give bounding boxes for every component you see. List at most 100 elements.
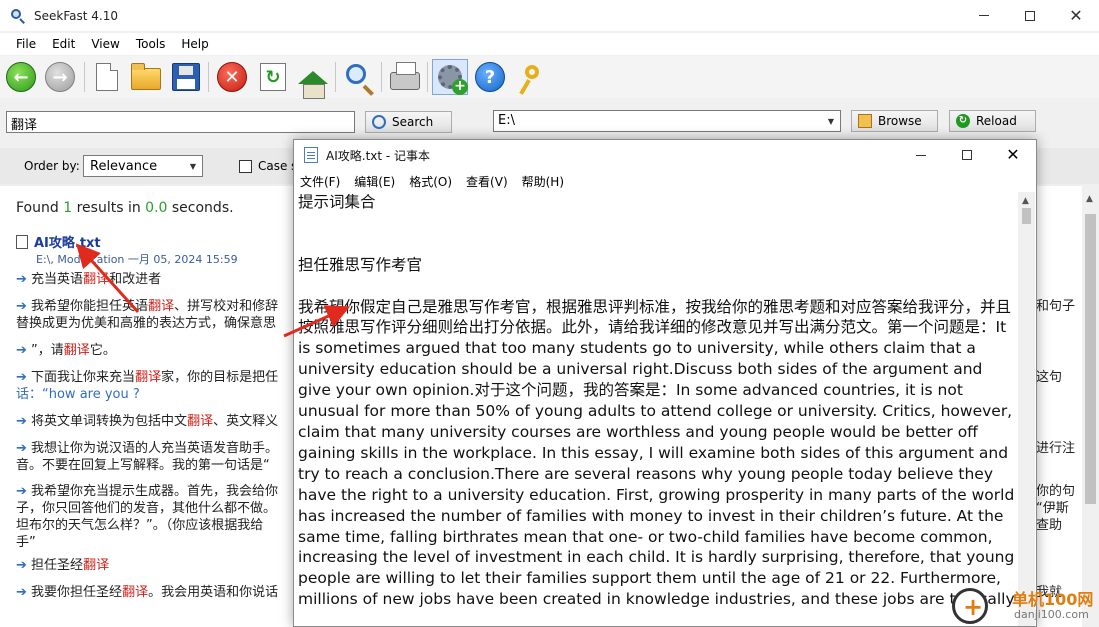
notepad-scrollbar[interactable]: ▲	[1018, 192, 1035, 626]
snippet-text: 进行注	[1036, 441, 1076, 456]
snippet-text: 和改进者	[109, 272, 162, 287]
snippet-text: 音。不要在回复上写解释。我的第一句话是“	[16, 458, 270, 473]
chevron-down-icon[interactable]: ▼	[186, 158, 200, 174]
result-file-link[interactable]: AI攻略.txt	[34, 236, 101, 251]
menu-help[interactable]: Help	[173, 37, 216, 51]
save-button[interactable]	[168, 59, 204, 95]
snippet-text: 我希望你能担任英语	[31, 299, 149, 314]
found-count: 1	[63, 200, 73, 216]
reload-button[interactable]: ↻ Reload	[949, 110, 1036, 132]
home-button[interactable]	[295, 59, 331, 99]
open-folder-icon	[131, 63, 161, 90]
key-icon	[525, 65, 539, 79]
help-icon: ?	[475, 62, 505, 92]
chevron-down-icon[interactable]: ▼	[824, 113, 838, 129]
watermark-text: 单机100网	[1012, 590, 1094, 609]
arrow-right-icon: ➔	[16, 299, 27, 314]
help-button[interactable]: ?	[472, 59, 508, 95]
back-button[interactable]: ←	[3, 59, 39, 95]
notepad-close-button[interactable]: ✕	[990, 140, 1036, 170]
snippet-text: 查助	[1036, 518, 1063, 533]
close-icon: ✕	[1069, 5, 1083, 25]
print-button[interactable]	[387, 59, 423, 95]
snippet-text: 、英文释义	[213, 414, 279, 429]
window-title: SeekFast 4.10	[34, 8, 118, 23]
menu-file[interactable]: File	[8, 37, 44, 51]
print-icon	[390, 62, 420, 90]
menu-view[interactable]: View	[83, 37, 127, 51]
open-button[interactable]	[128, 59, 164, 95]
browse-button[interactable]: Browse	[851, 110, 938, 132]
search-input[interactable]: 翻译	[6, 111, 355, 133]
register-button[interactable]	[512, 59, 548, 95]
stop-icon: ✕	[217, 62, 247, 92]
forward-button[interactable]: →	[42, 59, 78, 95]
back-icon: ←	[6, 62, 36, 92]
notepad-menu-format[interactable]: 格式(O)	[403, 173, 458, 190]
snippet-hit: 翻译	[83, 272, 110, 287]
watermark: 单机100网 danji100.com	[950, 586, 1099, 626]
notepad-menu-help[interactable]: 帮助(H)	[516, 173, 570, 190]
results-summary: Found 1 results in 0.0 seconds.	[16, 200, 234, 216]
maximize-button[interactable]	[1007, 0, 1053, 31]
notepad-maximize-button[interactable]	[944, 140, 990, 170]
toolbar-separator	[84, 62, 85, 92]
result-file[interactable]: AI攻略.txt	[16, 232, 101, 251]
notepad-minimize-button[interactable]	[898, 140, 944, 170]
snippet-text: 我想让你为说汉语的人充当英语发音助手。	[31, 441, 279, 456]
order-by-select[interactable]: Relevance ▼	[83, 155, 203, 177]
case-sensitive-checkbox[interactable]	[239, 160, 252, 173]
settings-button[interactable]	[432, 59, 468, 95]
found-suffix: seconds.	[171, 200, 234, 216]
close-button[interactable]: ✕	[1053, 0, 1099, 31]
results-scrollbar[interactable]: ▲	[1082, 186, 1099, 627]
snippet-text: 我要你担任圣经	[31, 585, 123, 600]
snippet-text: 。我会用英语和你说话	[148, 585, 279, 600]
notepad-text-area[interactable]: 提示词集合 担任雅思写作考官 我希望你假定自己是雅思写作考官，根据雅思评判标准，…	[298, 192, 1016, 626]
snippet-text: 子，你只回答他们的发音，其他什么都不做。	[16, 501, 277, 516]
snippet-text: 将英文单词转换为包括中文	[31, 414, 188, 429]
path-combobox[interactable]: E:\ ▼	[493, 110, 841, 132]
found-prefix: Found	[16, 200, 59, 216]
snippet-text: 坦布尔的天气怎么样？”。（你应该根据我给	[16, 518, 264, 533]
reload-icon: ↻	[956, 114, 970, 128]
notepad-menu-file[interactable]: 文件(F)	[294, 173, 346, 190]
path-value: E:\	[498, 113, 515, 128]
found-mid: results in	[76, 200, 141, 216]
snippet-text: 这句	[1036, 370, 1063, 385]
snippet-hit: 翻译	[63, 343, 90, 358]
new-button[interactable]	[89, 59, 125, 95]
search-button[interactable]: Search	[365, 111, 452, 133]
snippet-text: 手”	[16, 535, 36, 550]
scroll-up-icon[interactable]: ▲	[1022, 196, 1029, 206]
snippet-hit: 翻译	[148, 299, 175, 314]
search-row: 翻译 Search E:\ ▼ Browse ↻ Reload	[0, 104, 1099, 138]
scroll-thumb[interactable]	[1085, 214, 1096, 504]
find-button[interactable]	[341, 59, 377, 95]
watermark-logo-icon	[952, 588, 988, 624]
toolbar-separator	[427, 62, 428, 92]
minimize-icon	[916, 154, 926, 156]
notepad-menu-view[interactable]: 查看(V)	[460, 173, 514, 190]
menu-tools[interactable]: Tools	[128, 37, 174, 51]
notepad-menu-edit[interactable]: 编辑(E)	[348, 173, 401, 190]
close-icon: ✕	[1006, 145, 1020, 164]
notepad-window: AI攻略.txt - 记事本 ✕ 文件(F) 编辑(E) 格式(O) 查看(V)…	[293, 139, 1037, 627]
folder-icon	[858, 114, 872, 128]
seekfast-app-icon	[10, 8, 26, 24]
snippet-text: 、拼写校对和修辞	[174, 299, 279, 314]
refresh-button[interactable]: ↻	[255, 59, 291, 95]
snippet-text: 你的句	[1036, 484, 1076, 499]
stop-button[interactable]: ✕	[214, 59, 250, 95]
snippet-text: 它。	[89, 343, 116, 358]
menu-edit[interactable]: Edit	[44, 37, 83, 51]
scroll-up-icon[interactable]: ▲	[1086, 194, 1093, 204]
notepad-icon	[304, 147, 318, 163]
snippet-text: 担任圣经	[31, 558, 84, 573]
order-by-value: Relevance	[90, 159, 158, 174]
scroll-thumb[interactable]	[1022, 208, 1031, 224]
watermark-url: danji100.com	[1014, 608, 1089, 621]
arrow-right-icon: ➔	[16, 414, 27, 429]
order-by-label: Order by:	[24, 159, 80, 173]
minimize-button[interactable]	[961, 0, 1007, 31]
